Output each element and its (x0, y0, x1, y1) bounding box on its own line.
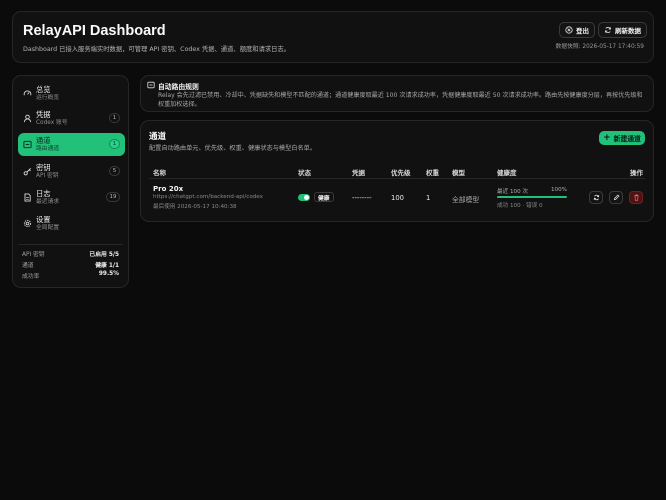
sidebar-item-sub: 全局配置 (36, 225, 60, 231)
key-icon (23, 167, 32, 176)
sidebar-item-sub: API 密钥 (36, 173, 59, 179)
plus-icon: + (603, 132, 611, 143)
column-header-health: 健康度 (497, 169, 517, 177)
channel-enable-toggle[interactable] (298, 194, 310, 201)
sidebar-item-label: 设置 (36, 215, 51, 224)
stat-channels: 通道 健康 1/1 (22, 260, 119, 269)
logout-icon (565, 26, 573, 34)
update-time: 数据快照: 2026-05-17 17:40:59 (555, 44, 644, 50)
sidebar-item-label: 总览 (36, 85, 51, 94)
channels-description: 配置自动路由单元、优先级、权重、健康状态与模型白名单。 (149, 145, 317, 152)
sidebar-item-keys[interactable]: 密钥 API 密钥 5 (18, 160, 125, 183)
new-channel-button[interactable]: + 新建通道 (599, 131, 645, 145)
stat-label: API 密钥 (22, 252, 45, 258)
column-header-priority: 优先级 (391, 169, 411, 177)
stat-success-rate: 成功率 99.5% (22, 271, 119, 280)
routing-rules-panel: 自动路由规则 Relay 会先过滤已禁用、冷却中、凭据缺失和模型不匹配的通道；通… (140, 75, 654, 112)
count-badge: 1 (109, 113, 120, 123)
file-icon (23, 193, 32, 202)
user-icon (23, 114, 32, 123)
pencil-icon (613, 194, 619, 201)
rules-description: Relay 会先过滤已禁用、冷却中、凭据缺失和模型不匹配的通道；通道健康度取最近… (158, 92, 643, 108)
channels-title: 通道 (149, 132, 167, 142)
count-badge: 19 (106, 192, 120, 202)
column-header-actions: 操作 (630, 169, 643, 177)
health-percent: 100% (551, 187, 567, 193)
gear-icon (23, 219, 32, 228)
column-header-status: 状态 (298, 169, 311, 177)
stat-label: 通道 (22, 263, 34, 269)
dashboard-header: RelayAPI Dashboard Dashboard 已接入服务端实时数据，… (12, 11, 654, 63)
sidebar-item-label: 密钥 (36, 163, 51, 172)
health-bar (497, 196, 567, 198)
sidebar-item-label: 凭据 (36, 110, 51, 119)
stat-value: 99.5% (98, 271, 119, 277)
count-badge: 5 (109, 166, 120, 176)
route-icon (23, 140, 32, 149)
column-header-credential: 凭据 (352, 169, 365, 177)
channel-url: https://chatgpt.com/backend-api/codex (153, 194, 263, 200)
test-channel-button[interactable] (589, 191, 603, 204)
channel-model: 全部模型 (452, 196, 480, 204)
channel-name: Pro 20x (153, 185, 184, 193)
sidebar-item-label: 日志 (36, 189, 51, 198)
gauge-icon (23, 89, 32, 98)
channel-credential: -------- (352, 194, 372, 202)
trash-icon (633, 194, 639, 201)
table-header-divider (149, 178, 645, 179)
refresh-icon (604, 26, 612, 34)
new-channel-label: 新建通道 (613, 135, 641, 143)
logout-button[interactable]: 登出 (559, 22, 595, 38)
column-header-name: 名称 (153, 169, 166, 177)
column-header-model: 模型 (452, 169, 465, 177)
channel-weight: 1 (426, 194, 431, 202)
sidebar-item-settings[interactable]: 设置 全局配置 (18, 212, 125, 235)
sidebar-item-sub: Codex 账号 (36, 120, 68, 126)
health-detail: 成功 100 · 错误 0 (497, 203, 543, 209)
stat-value: 已启用 5/5 (89, 252, 119, 258)
logout-label: 登出 (576, 27, 589, 35)
channels-panel: 通道 配置自动路由单元、优先级、权重、健康状态与模型白名单。 + 新建通道 名称… (140, 120, 654, 222)
refresh-button[interactable]: 刷新数据 (598, 22, 647, 38)
delete-channel-button[interactable] (629, 191, 643, 204)
sidebar-divider (18, 244, 123, 245)
route-icon (147, 81, 155, 89)
sidebar-item-overview[interactable]: 总览 运行概览 (18, 82, 125, 105)
channel-last-used: 最后使用 2026-05-17 10:40:38 (153, 204, 237, 210)
sidebar-item-label: 通道 (36, 136, 51, 145)
stat-value: 健康 1/1 (95, 263, 119, 269)
sidebar-item-credentials[interactable]: 凭据 Codex 账号 1 (18, 107, 125, 130)
sidebar-item-sub: 路由通道 (36, 146, 60, 152)
refresh-label: 刷新数据 (615, 27, 641, 35)
page-subtitle: Dashboard 已接入服务端实时数据，可管理 API 密钥、Codex 凭据… (23, 46, 291, 53)
channel-priority: 100 (391, 194, 404, 202)
column-header-weight: 权重 (426, 169, 439, 177)
count-badge: 1 (109, 139, 120, 149)
rules-title: 自动路由规则 (158, 83, 199, 91)
edit-channel-button[interactable] (609, 191, 623, 204)
stat-api-keys: API 密钥 已启用 5/5 (22, 249, 119, 258)
stat-label: 成功率 (22, 274, 40, 280)
health-window: 最近 100 次 (497, 189, 529, 195)
refresh-icon (593, 194, 599, 201)
sidebar: 总览 运行概览 凭据 Codex 账号 1 通道 路由通道 1 密钥 API 密钥 5 … (12, 75, 129, 288)
page-title: RelayAPI Dashboard (23, 23, 166, 39)
health-header: 最近 100 次 100% (497, 187, 567, 195)
sidebar-item-sub: 运行概览 (36, 95, 60, 101)
health-bar-fill (497, 196, 567, 198)
sidebar-item-logs[interactable]: 日志 最近请求 19 (18, 186, 125, 209)
sidebar-item-sub: 最近请求 (36, 199, 60, 205)
sidebar-item-channels[interactable]: 通道 路由通道 1 (18, 133, 125, 156)
status-badge: 健康 (314, 192, 334, 202)
